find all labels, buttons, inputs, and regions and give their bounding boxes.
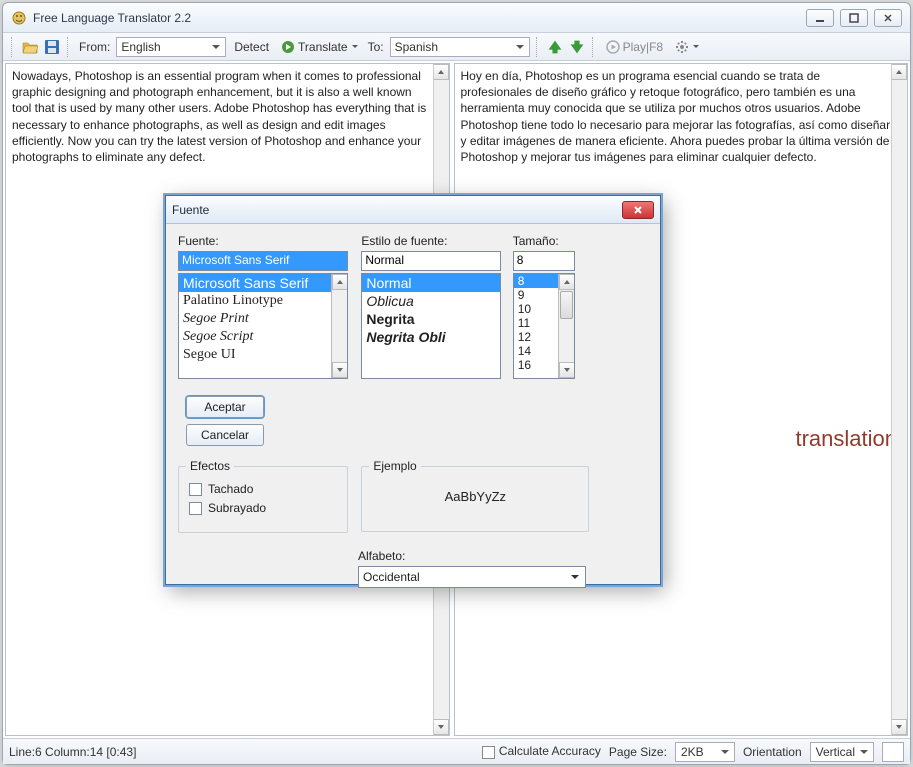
- open-icon[interactable]: [21, 38, 39, 56]
- sample-group: Ejemplo AaBbYyZz: [361, 466, 589, 532]
- style-label: Estilo de fuente:: [361, 234, 501, 248]
- effects-group: Efectos Tachado Subrayado: [178, 466, 348, 533]
- font-label: Fuente:: [178, 234, 348, 248]
- target-text: Hoy en día, Photoshop es un programa ese…: [461, 68, 892, 165]
- cancel-button[interactable]: Cancelar: [186, 424, 264, 446]
- app-icon: [11, 10, 27, 26]
- to-language-select[interactable]: Spanish: [390, 37, 530, 57]
- target-scrollbar[interactable]: [891, 64, 907, 735]
- font-dialog: Fuente Fuente: Microsoft Sans Serif Micr…: [165, 195, 661, 585]
- font-list-scrollbar[interactable]: [331, 274, 347, 378]
- size-input[interactable]: 8: [513, 251, 575, 271]
- gear-icon: [675, 40, 689, 54]
- minimize-button[interactable]: [806, 9, 834, 27]
- calc-accuracy-checkbox[interactable]: Calculate Accuracy: [482, 744, 601, 758]
- style-listbox[interactable]: Normal Oblicua Negrita Negrita Obli: [361, 273, 501, 379]
- from-label: From:: [77, 40, 112, 54]
- orientation-select[interactable]: Vertical: [810, 742, 874, 762]
- scroll-up-icon[interactable]: [434, 64, 449, 80]
- list-item[interactable]: Normal: [362, 274, 500, 292]
- list-item[interactable]: Segoe Script: [179, 328, 347, 346]
- play-circle-icon: [606, 40, 620, 54]
- font-listbox[interactable]: Microsoft Sans Serif Palatino Linotype S…: [178, 273, 348, 379]
- play-icon: [281, 40, 295, 54]
- close-button[interactable]: [874, 9, 902, 27]
- list-item[interactable]: Negrita: [362, 310, 500, 328]
- script-select[interactable]: Occidental: [358, 566, 586, 588]
- style-input[interactable]: Normal: [361, 251, 501, 271]
- save-icon[interactable]: [43, 38, 61, 56]
- close-icon: [633, 205, 643, 215]
- settings-button[interactable]: [671, 36, 703, 58]
- translate-button[interactable]: Translate: [277, 36, 362, 58]
- effects-label: Efectos: [186, 459, 234, 473]
- sample-text: AaBbYyZz: [372, 477, 578, 504]
- list-item[interactable]: Segoe Print: [179, 310, 347, 328]
- list-item[interactable]: Segoe UI: [179, 346, 347, 364]
- size-listbox[interactable]: 8 9 10 11 12 14 16: [513, 273, 575, 379]
- orientation-label: Orientation: [743, 745, 802, 759]
- sample-label: Ejemplo: [369, 459, 420, 473]
- toolbar-grip: [11, 37, 15, 57]
- watermark-text: translation: [795, 424, 897, 454]
- detect-button[interactable]: Detect: [230, 36, 273, 58]
- arrow-down-icon[interactable]: [568, 38, 586, 56]
- maximize-button[interactable]: [840, 9, 868, 27]
- script-label: Alfabeto:: [358, 549, 586, 563]
- scroll-up-icon[interactable]: [559, 274, 574, 290]
- arrow-up-icon[interactable]: [546, 38, 564, 56]
- statusbar: Line:6 Column:14 [0:43] Calculate Accura…: [3, 738, 910, 764]
- cursor-position: Line:6 Column:14 [0:43]: [9, 745, 136, 759]
- font-dialog-titlebar: Fuente: [166, 196, 660, 224]
- list-item[interactable]: Palatino Linotype: [179, 292, 347, 310]
- from-language-select[interactable]: English: [116, 37, 226, 57]
- font-dialog-close-button[interactable]: [622, 201, 654, 219]
- play-button[interactable]: Play|F8: [602, 36, 667, 58]
- list-item[interactable]: Negrita Obli: [362, 328, 500, 346]
- list-item[interactable]: Oblicua: [362, 292, 500, 310]
- source-text: Nowadays, Photoshop is an essential prog…: [12, 68, 443, 165]
- strikeout-checkbox[interactable]: Tachado: [189, 482, 337, 496]
- window-title: Free Language Translator 2.2: [33, 11, 806, 25]
- list-item[interactable]: Microsoft Sans Serif: [179, 274, 347, 292]
- scrollbar-thumb[interactable]: [560, 291, 573, 319]
- scroll-down-icon[interactable]: [892, 719, 907, 735]
- ok-button[interactable]: Aceptar: [186, 396, 264, 418]
- scroll-up-icon[interactable]: [892, 64, 907, 80]
- scroll-up-icon[interactable]: [332, 274, 347, 290]
- orientation-spin[interactable]: [882, 742, 904, 762]
- scroll-down-icon[interactable]: [434, 719, 449, 735]
- font-dialog-title: Fuente: [172, 203, 209, 217]
- toolbar: From: English Detect Translate To: Spani…: [3, 33, 910, 61]
- size-list-scrollbar[interactable]: [558, 274, 574, 378]
- to-label: To:: [366, 40, 386, 54]
- font-input[interactable]: Microsoft Sans Serif: [178, 251, 348, 271]
- page-size-select[interactable]: 2KB: [675, 742, 735, 762]
- size-label: Tamaño:: [513, 234, 575, 248]
- underline-checkbox[interactable]: Subrayado: [189, 501, 337, 515]
- scroll-down-icon[interactable]: [332, 362, 347, 378]
- titlebar: Free Language Translator 2.2: [3, 3, 910, 33]
- scroll-down-icon[interactable]: [559, 362, 574, 378]
- page-size-label: Page Size:: [609, 745, 667, 759]
